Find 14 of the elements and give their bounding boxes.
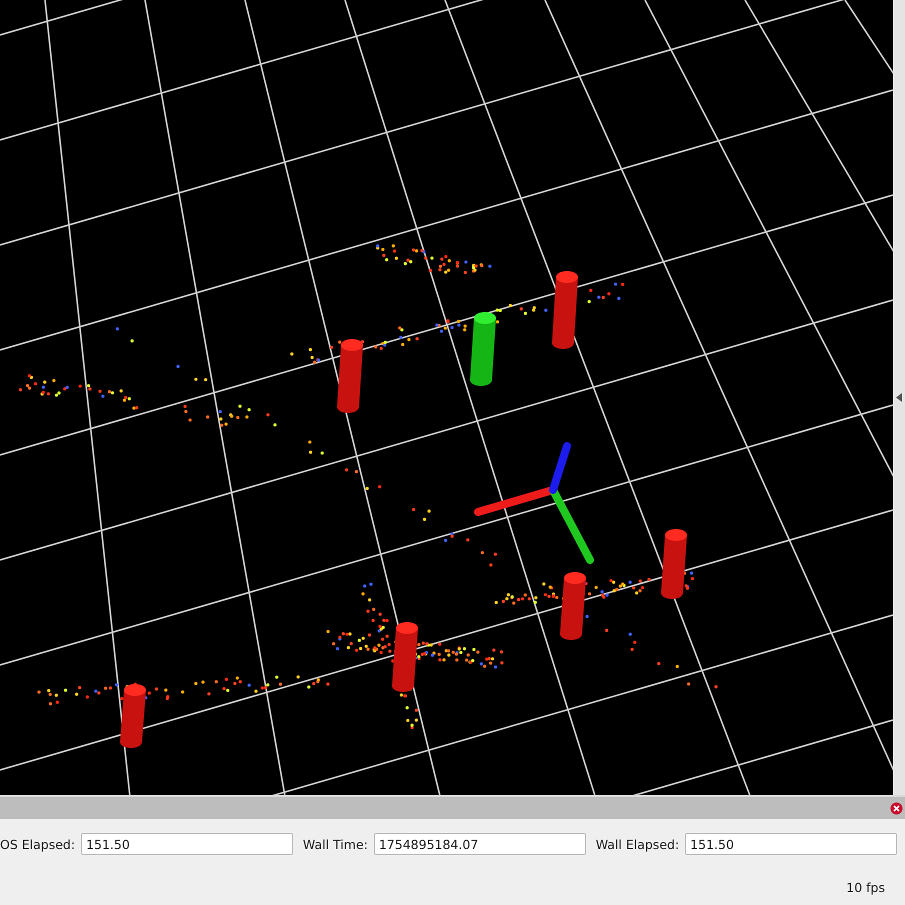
cylinder-marker	[392, 622, 418, 692]
fps-counter: 10 fps	[846, 880, 885, 894]
collapse-arrow-icon[interactable]	[896, 393, 902, 402]
field-label: Wall Elapsed:	[596, 836, 680, 852]
cylinder-marker	[560, 572, 586, 640]
field-label: Wall Time:	[302, 836, 368, 852]
time-field[interactable]: 151.50	[685, 833, 898, 855]
field-label: OS Elapsed:	[0, 836, 76, 852]
cylinder-marker	[120, 684, 146, 748]
time-field[interactable]: 1754895184.07	[374, 833, 586, 855]
time-field[interactable]: 151.50	[81, 833, 293, 855]
3d-viewport[interactable]	[0, 0, 893, 795]
cylinder-marker	[661, 529, 687, 599]
close-icon[interactable]	[890, 802, 903, 814]
